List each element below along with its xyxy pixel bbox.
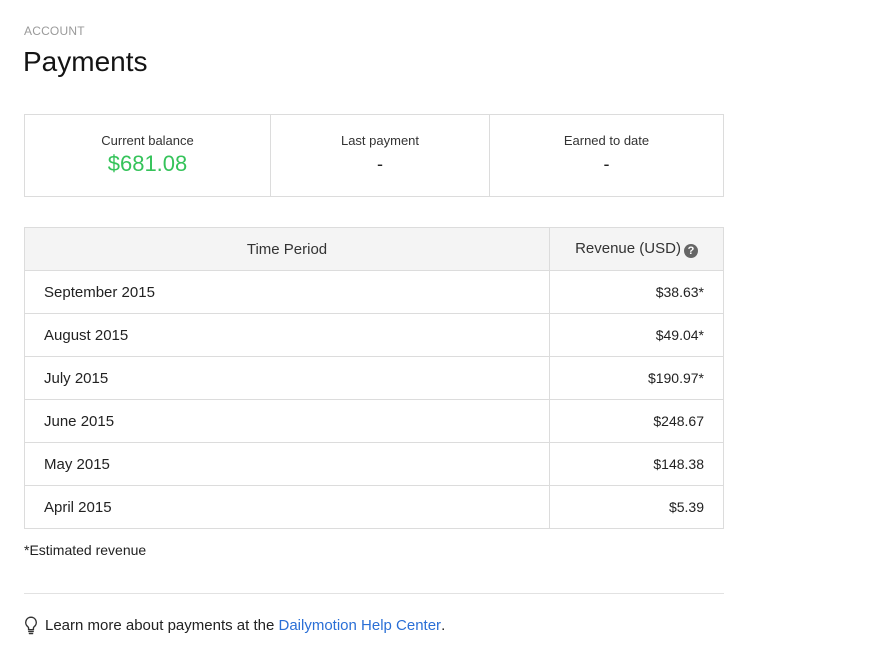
help-center-link[interactable]: Dailymotion Help Center xyxy=(278,617,441,634)
row-period: July 2015 xyxy=(24,356,550,400)
breadcrumb-account: ACCOUNT xyxy=(24,24,85,38)
stats-panel: Current balance $681.08 Last payment - E… xyxy=(24,114,724,197)
row-period: September 2015 xyxy=(24,270,550,314)
learn-more-line: Learn more about payments at the Dailymo… xyxy=(24,616,445,635)
row-period: June 2015 xyxy=(24,399,550,443)
stat-current-balance: Current balance $681.08 xyxy=(25,115,270,196)
section-divider xyxy=(24,593,724,594)
revenue-header-label: Revenue (USD) xyxy=(575,240,681,257)
column-header-time-period: Time Period xyxy=(24,227,550,271)
current-balance-label: Current balance xyxy=(101,133,194,148)
row-revenue: $248.67 xyxy=(549,399,724,443)
table-row: April 2015 $5.39 xyxy=(24,485,724,529)
current-balance-value: $681.08 xyxy=(107,151,188,176)
last-payment-value: - xyxy=(377,154,383,174)
learn-more-prefix: Learn more about payments at the xyxy=(45,617,279,634)
table-row: May 2015 $148.38 xyxy=(24,442,724,486)
row-revenue: $38.63* xyxy=(549,270,724,314)
row-revenue: $190.97* xyxy=(549,356,724,400)
revenue-table: Time Period Revenue (USD)? September 201… xyxy=(24,227,724,529)
estimated-revenue-footnote: *Estimated revenue xyxy=(24,542,147,558)
earned-to-date-value: - xyxy=(603,154,610,174)
row-period: May 2015 xyxy=(24,442,550,486)
table-header-row: Time Period Revenue (USD)? xyxy=(24,227,724,271)
stat-earned-to-date: Earned to date - xyxy=(489,115,723,196)
row-period: August 2015 xyxy=(24,313,550,357)
question-help-icon[interactable]: ? xyxy=(683,244,698,258)
last-payment-label: Last payment xyxy=(340,133,420,148)
table-row: June 2015 $248.67 xyxy=(24,399,724,443)
row-revenue: $49.04* xyxy=(549,313,724,357)
row-revenue: $5.39 xyxy=(549,485,724,529)
table-row: August 2015 $49.04* xyxy=(24,313,724,357)
stat-last-payment: Last payment - xyxy=(270,115,489,196)
column-header-revenue: Revenue (USD)? xyxy=(549,227,724,271)
row-revenue: $148.38 xyxy=(549,442,724,486)
learn-more-suffix: . xyxy=(441,617,446,634)
page-title: Payments xyxy=(23,46,148,77)
earned-to-date-label: Earned to date xyxy=(563,133,650,148)
lightbulb-icon xyxy=(25,616,37,635)
time-period-header-label: Time Period xyxy=(246,240,328,258)
row-period: April 2015 xyxy=(24,485,550,529)
table-row: July 2015 $190.97* xyxy=(24,356,724,400)
table-row: September 2015 $38.63* xyxy=(24,270,724,314)
